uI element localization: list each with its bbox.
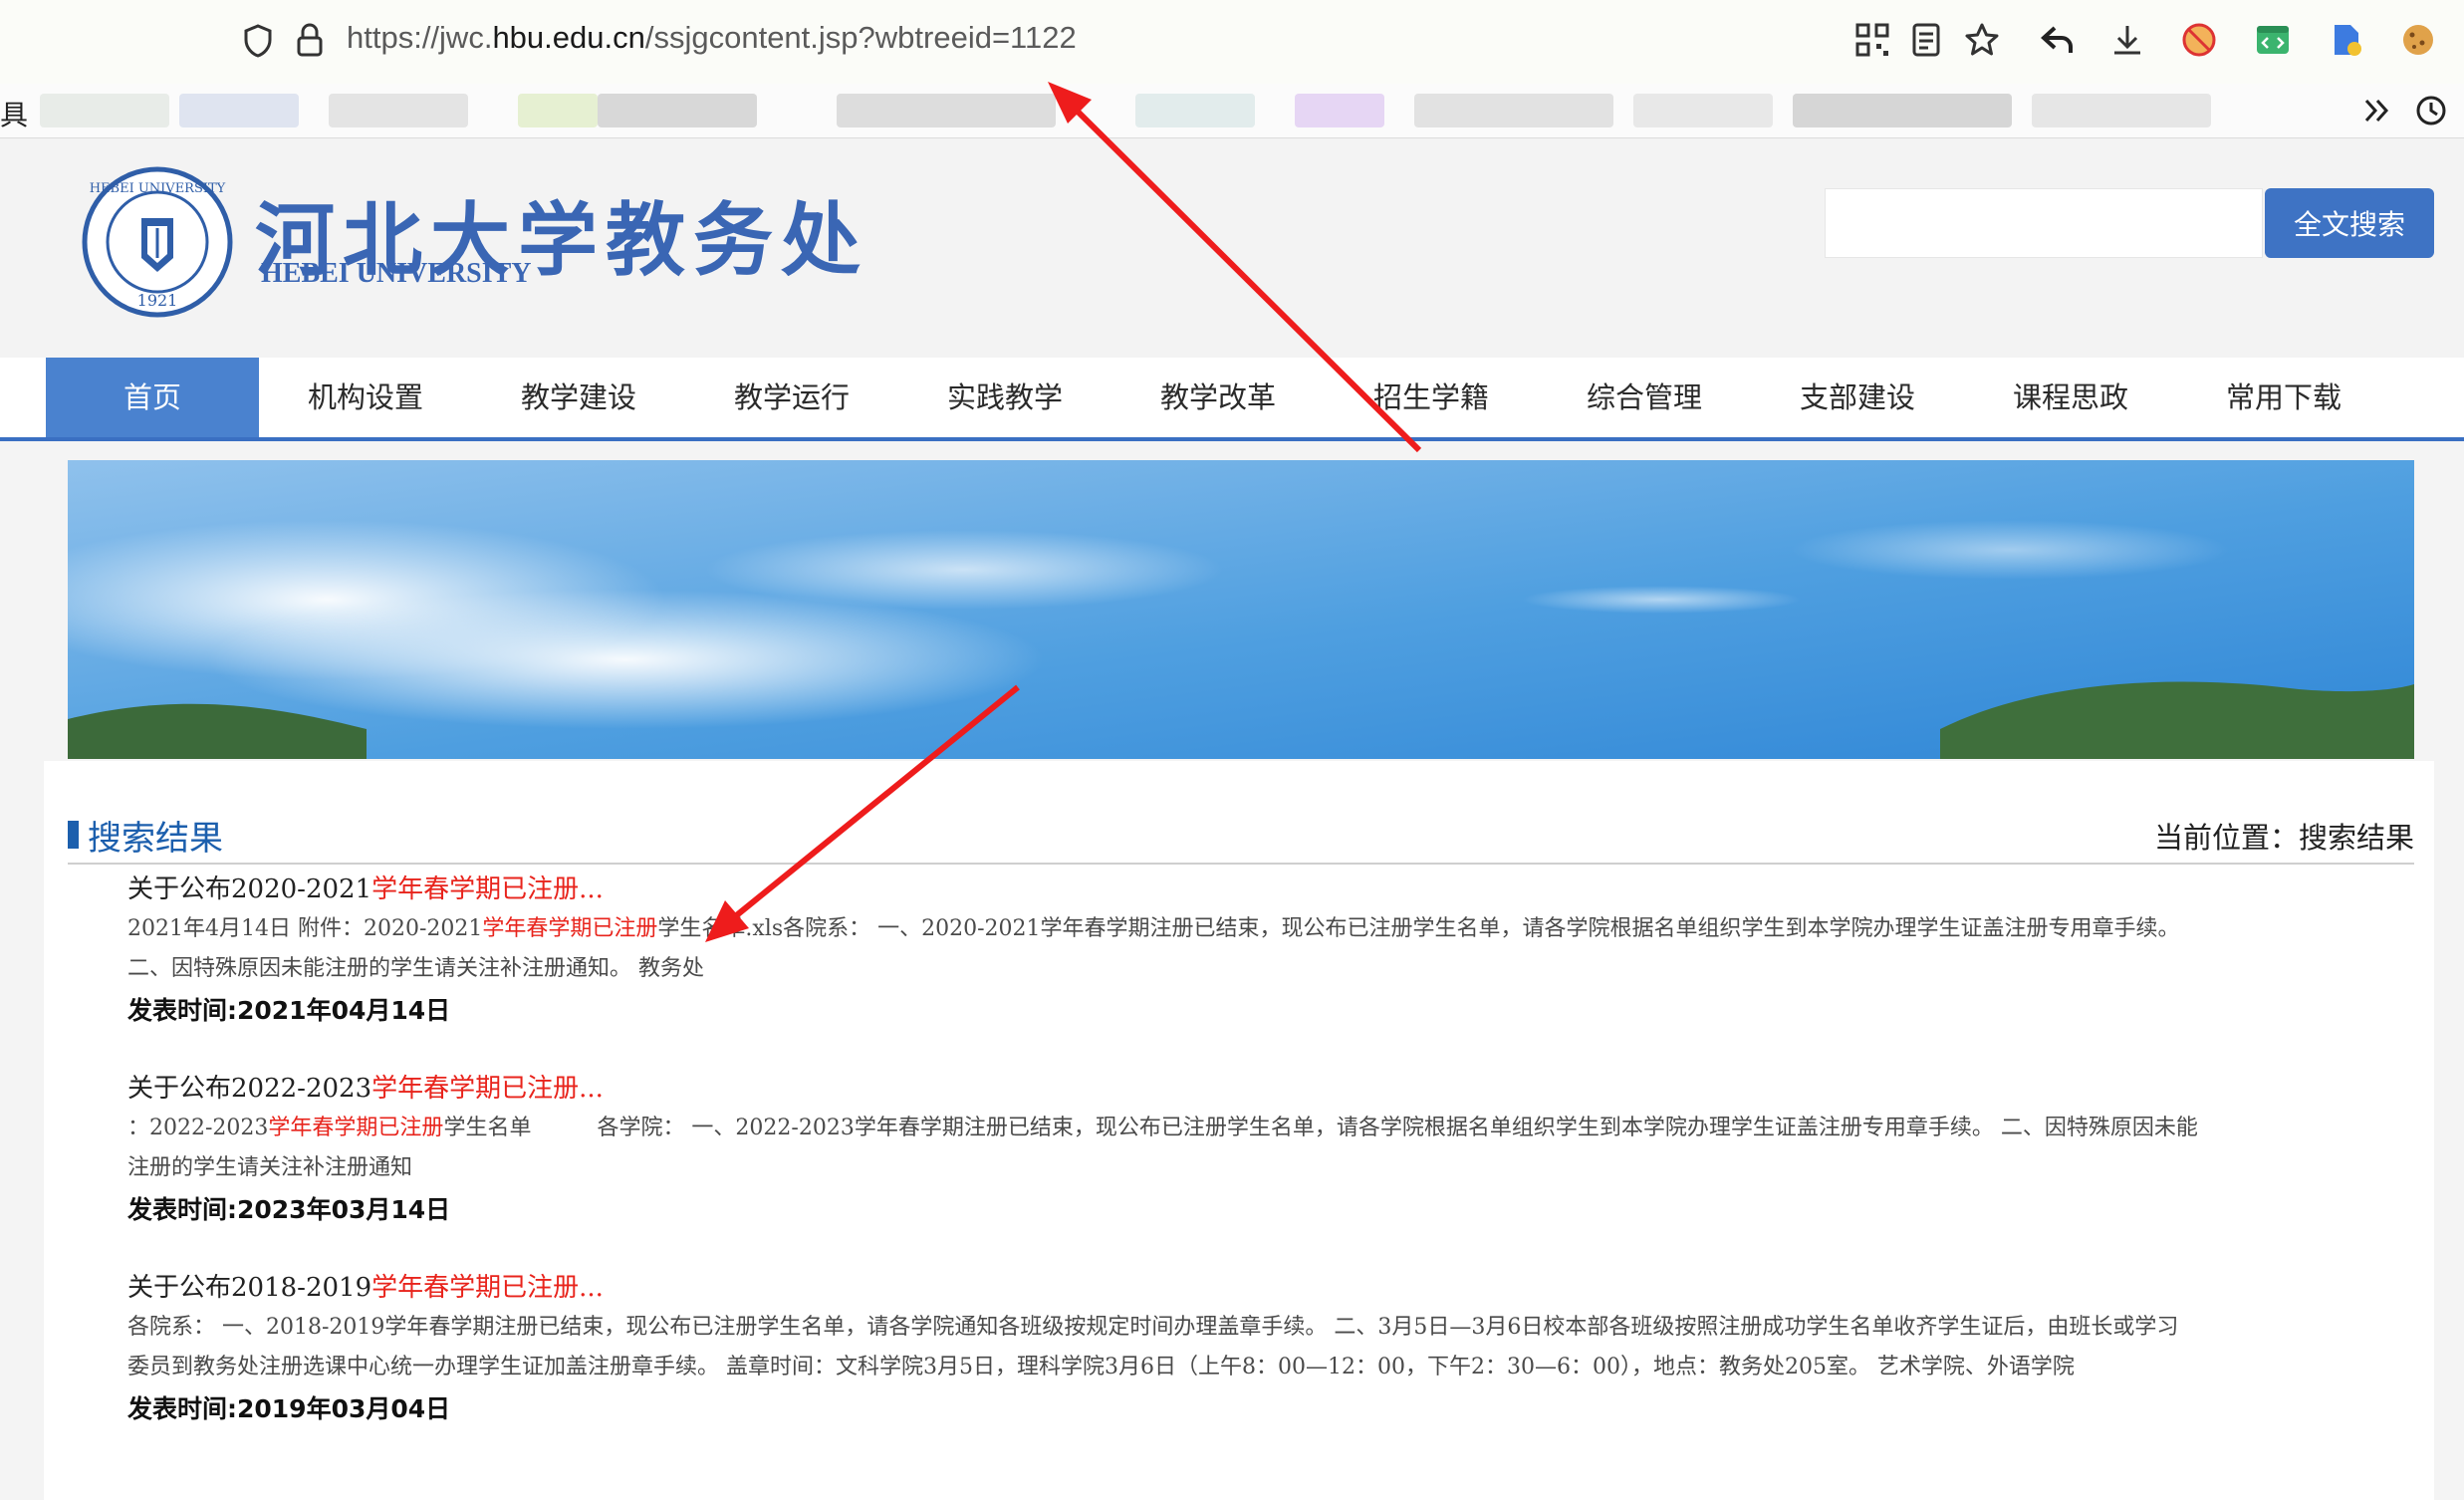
file-extension-icon[interactable] xyxy=(2329,22,2364,58)
nav-item-management[interactable]: 综合管理 xyxy=(1538,358,1751,437)
bookmark-item[interactable] xyxy=(837,94,1056,127)
nav-item-party-branch[interactable]: 支部建设 xyxy=(1751,358,1964,437)
bookmark-item[interactable] xyxy=(518,94,598,127)
bookmark-item[interactable] xyxy=(1633,94,1773,127)
nav-item-teaching-construction[interactable]: 教学建设 xyxy=(472,358,685,437)
result-summary: 2021年4月14日 附件：2020-2021学年春学期已注册学生名单.xls各… xyxy=(127,916,2180,981)
fulltext-search-input[interactable] xyxy=(1825,188,2263,258)
qr-code-icon[interactable] xyxy=(1854,22,1890,58)
search-result-item: 关于公布2018-2019学年春学期已注册... 各院系： 一、2018-201… xyxy=(127,1267,2378,1425)
result-title-link[interactable]: 关于公布2018-2019学年春学期已注册... xyxy=(127,1267,2378,1304)
browser-toolbar: https://jwc.hbu.edu.cn/ssjgcontent.jsp?w… xyxy=(0,0,2464,85)
bookmark-item[interactable] xyxy=(1414,94,1613,127)
site-logo-english: HEBEI UNIVERSITY xyxy=(261,258,532,289)
cookie-icon[interactable] xyxy=(2400,22,2436,58)
section-marker xyxy=(68,821,79,849)
download-icon[interactable] xyxy=(2109,22,2145,58)
result-date: 发表时间:2019年03月04日 xyxy=(127,1394,451,1423)
more-bookmarks-chevron-icon[interactable] xyxy=(2360,94,2394,127)
bookmark-item[interactable] xyxy=(329,94,468,127)
main-nav: 首页 机构设置 教学建设 教学运行 实践教学 教学改革 招生学籍 综合管理 支部… xyxy=(0,358,2464,441)
site-header: 1921 HEBEI UNIVERSITY 河北大学教务处 HEBEI UNIV… xyxy=(0,138,2464,358)
bookmark-item[interactable] xyxy=(2032,94,2211,127)
tracking-protection-shield-icon[interactable] xyxy=(243,24,273,58)
nav-item-enrollment[interactable]: 招生学籍 xyxy=(1325,358,1538,437)
fulltext-search-button[interactable]: 全文搜索 xyxy=(2265,188,2434,258)
bookmark-item[interactable] xyxy=(1295,94,1384,127)
bookmark-label[interactable]: 具 xyxy=(0,94,28,133)
seal-ring-text: HEBEI UNIVERSITY xyxy=(90,181,226,196)
section-divider xyxy=(68,863,2414,865)
university-seal-logo[interactable]: 1921 HEBEI UNIVERSITY xyxy=(82,166,233,318)
reader-view-icon[interactable] xyxy=(1908,22,1944,58)
nav-item-home[interactable]: 首页 xyxy=(46,358,259,437)
nav-item-downloads[interactable]: 常用下载 xyxy=(2177,358,2390,437)
result-title-link[interactable]: 关于公布2022-2023学年春学期已注册... xyxy=(127,1068,2378,1105)
history-clock-icon[interactable] xyxy=(2414,94,2448,127)
result-date: 发表时间:2021年04月14日 xyxy=(127,996,451,1025)
bookmark-item[interactable] xyxy=(179,94,299,127)
search-result-item: 关于公布2020-2021学年春学期已注册... 2021年4月14日 附件：2… xyxy=(127,869,2378,1027)
nav-item-ideology-course[interactable]: 课程思政 xyxy=(1964,358,2177,437)
nav-item-teaching-operation[interactable]: 教学运行 xyxy=(685,358,898,437)
bookmarks-toolbar: 具 xyxy=(0,84,2464,138)
result-title-link[interactable]: 关于公布2020-2021学年春学期已注册... xyxy=(127,869,2378,905)
result-summary: ：2022-2023学年春学期已注册学生名单 各学院： 一、2022-2023学… xyxy=(127,1116,2198,1180)
seal-year: 1921 xyxy=(137,291,178,310)
url-text[interactable]: https://jwc.hbu.edu.cn/ssjgcontent.jsp?w… xyxy=(347,20,1077,56)
breadcrumb: 当前位置：搜索结果 xyxy=(2153,821,2414,855)
nav-item-teaching-reform[interactable]: 教学改革 xyxy=(1111,358,1325,437)
search-result-item: 关于公布2022-2023学年春学期已注册... ：2022-2023学年春学期… xyxy=(127,1068,2378,1226)
bookmark-item[interactable] xyxy=(1793,94,2012,127)
result-date: 发表时间:2023年03月14日 xyxy=(127,1195,451,1224)
bookmark-item[interactable] xyxy=(1135,94,1255,127)
nav-item-practice-teaching[interactable]: 实践教学 xyxy=(898,358,1111,437)
code-extension-icon[interactable] xyxy=(2255,22,2291,58)
lock-icon[interactable] xyxy=(295,22,325,58)
sky-banner-image xyxy=(68,460,2414,759)
bookmark-star-icon[interactable] xyxy=(1964,22,2000,58)
nav-item-organization[interactable]: 机构设置 xyxy=(259,358,472,437)
bookmark-item[interactable] xyxy=(598,94,757,127)
back-reply-icon[interactable] xyxy=(2040,22,2076,58)
result-summary: 各院系： 一、2018-2019学年春学期注册已结束，现公布已注册学生名单，请各… xyxy=(127,1315,2179,1379)
section-title: 搜索结果 xyxy=(88,819,223,859)
bookmark-item[interactable] xyxy=(40,94,169,127)
blocker-extension-icon[interactable] xyxy=(2181,22,2217,58)
